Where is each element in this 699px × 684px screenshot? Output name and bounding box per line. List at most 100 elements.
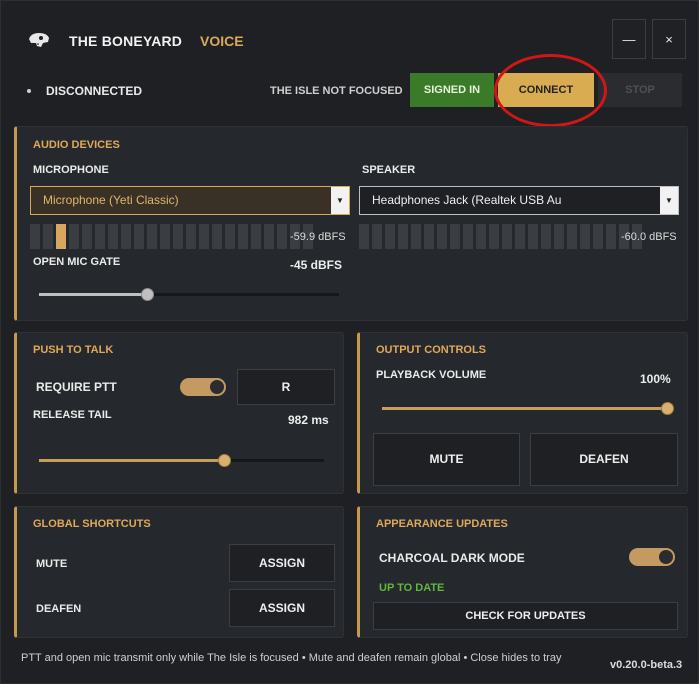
meter-segment	[567, 224, 577, 249]
meter-segment	[30, 224, 40, 249]
global-shortcuts-panel: GLOBAL SHORTCUTS MUTE ASSIGN DEAFEN ASSI…	[14, 506, 344, 638]
version-label: v0.20.0-beta.3	[610, 659, 683, 671]
stop-button[interactable]: STOP	[598, 73, 682, 107]
toggle-thumb	[210, 380, 224, 394]
meter-segment	[476, 224, 486, 249]
meter-segment	[238, 224, 248, 249]
slider-fill	[39, 293, 147, 296]
meter-segment	[82, 224, 92, 249]
speaker-label: SPEAKER	[362, 164, 416, 176]
microphone-level: -59.9 dBFS	[290, 231, 346, 243]
audio-devices-title: AUDIO DEVICES	[33, 139, 120, 151]
open-mic-gate-slider[interactable]	[39, 288, 339, 301]
deafen-button[interactable]: DEAFEN	[530, 433, 678, 486]
meter-segment	[212, 224, 222, 249]
app-title: THE BONEYARD	[69, 33, 183, 49]
speaker-level: -60.0 dBFS	[621, 231, 677, 243]
slider-handle[interactable]	[661, 402, 674, 415]
playback-volume-slider[interactable]	[382, 402, 674, 415]
check-updates-button[interactable]: CHECK FOR UPDATES	[373, 602, 678, 630]
playback-volume-label: PLAYBACK VOLUME	[376, 369, 487, 381]
require-ptt-label: REQUIRE PTT	[36, 380, 117, 394]
output-controls-panel: OUTPUT CONTROLS PLAYBACK VOLUME 100% MUT…	[357, 332, 688, 494]
highlight-circle-annotation	[494, 54, 607, 127]
meter-segment	[160, 224, 170, 249]
meter-segment	[264, 224, 274, 249]
chevron-down-icon[interactable]: ▼	[660, 187, 678, 214]
open-mic-gate-label: OPEN MIC GATE	[33, 256, 121, 268]
microphone-level-meter	[30, 224, 313, 249]
meter-segment	[515, 224, 525, 249]
meter-segment	[502, 224, 512, 249]
slider-handle[interactable]	[141, 288, 154, 301]
app-subtitle: VOICE	[200, 33, 244, 49]
meter-segment	[277, 224, 287, 249]
speaker-select[interactable]: Headphones Jack (Realtek USB Au ▼	[359, 186, 679, 215]
slider-fill	[39, 459, 224, 462]
shortcut-deafen-label: DEAFEN	[36, 603, 82, 615]
meter-segment	[251, 224, 261, 249]
shortcut-mute-label: MUTE	[36, 558, 68, 570]
meter-segment	[398, 224, 408, 249]
app-window: THE BONEYARD VOICE — × DISCONNECTED THE …	[0, 0, 699, 684]
meter-segment	[186, 224, 196, 249]
microphone-select[interactable]: Microphone (Yeti Classic) ▼	[30, 186, 350, 215]
close-button[interactable]: ×	[652, 19, 686, 59]
meter-segment	[199, 224, 209, 249]
speaker-select-value: Headphones Jack (Realtek USB Au	[372, 193, 562, 207]
meter-segment	[95, 224, 105, 249]
meter-segment	[411, 224, 421, 249]
meter-segment	[385, 224, 395, 249]
meter-segment	[541, 224, 551, 249]
meter-segment	[359, 224, 369, 249]
require-ptt-toggle[interactable]	[180, 378, 226, 396]
meter-segment	[463, 224, 473, 249]
meter-segment	[580, 224, 590, 249]
playback-volume-value: 100%	[640, 372, 671, 386]
appearance-updates-title: APPEARANCE UPDATES	[376, 518, 508, 530]
assign-deafen-button[interactable]: ASSIGN	[229, 589, 335, 627]
dark-mode-toggle[interactable]	[629, 548, 675, 566]
release-tail-value: 982 ms	[288, 413, 329, 427]
meter-segment	[593, 224, 603, 249]
audio-devices-panel: AUDIO DEVICES MICROPHONE SPEAKER Microph…	[14, 126, 688, 321]
meter-segment	[134, 224, 144, 249]
signed-in-button[interactable]: SIGNED IN	[410, 73, 494, 107]
appearance-updates-panel: APPEARANCE UPDATES CHARCOAL DARK MODE UP…	[357, 506, 688, 638]
meter-segment	[173, 224, 183, 249]
speaker-level-meter	[359, 224, 642, 249]
open-mic-gate-value: -45 dBFS	[290, 258, 343, 272]
microphone-select-value: Microphone (Yeti Classic)	[43, 193, 179, 207]
mute-button[interactable]: MUTE	[373, 433, 520, 486]
meter-segment	[121, 224, 131, 249]
meter-segment	[554, 224, 564, 249]
meter-segment	[489, 224, 499, 249]
chevron-down-icon[interactable]: ▼	[331, 187, 349, 214]
ptt-key-button[interactable]: R	[237, 369, 335, 405]
meter-segment	[606, 224, 616, 249]
connection-status: DISCONNECTED	[46, 84, 143, 98]
footer-note: PTT and open mic transmit only while The…	[21, 652, 562, 664]
slider-fill	[382, 407, 667, 410]
meter-segment	[108, 224, 118, 249]
focus-status: THE ISLE NOT FOCUSED	[270, 85, 403, 97]
global-shortcuts-title: GLOBAL SHORTCUTS	[33, 518, 151, 530]
update-status: UP TO DATE	[379, 582, 445, 594]
slider-handle[interactable]	[218, 454, 231, 467]
meter-segment	[437, 224, 447, 249]
dark-mode-label: CHARCOAL DARK MODE	[379, 551, 525, 565]
assign-mute-button[interactable]: ASSIGN	[229, 544, 335, 582]
release-tail-label: RELEASE TAIL	[33, 409, 112, 421]
push-to-talk-panel: PUSH TO TALK REQUIRE PTT R RELEASE TAIL …	[14, 332, 344, 494]
meter-segment	[450, 224, 460, 249]
push-to-talk-title: PUSH TO TALK	[33, 344, 114, 356]
minimize-button[interactable]: —	[612, 19, 646, 59]
status-dot-icon	[27, 89, 31, 93]
meter-segment	[69, 224, 79, 249]
skull-logo-icon	[29, 33, 49, 47]
meter-segment	[424, 224, 434, 249]
meter-segment	[372, 224, 382, 249]
meter-segment	[225, 224, 235, 249]
toggle-thumb	[659, 550, 673, 564]
release-tail-slider[interactable]	[39, 454, 324, 467]
